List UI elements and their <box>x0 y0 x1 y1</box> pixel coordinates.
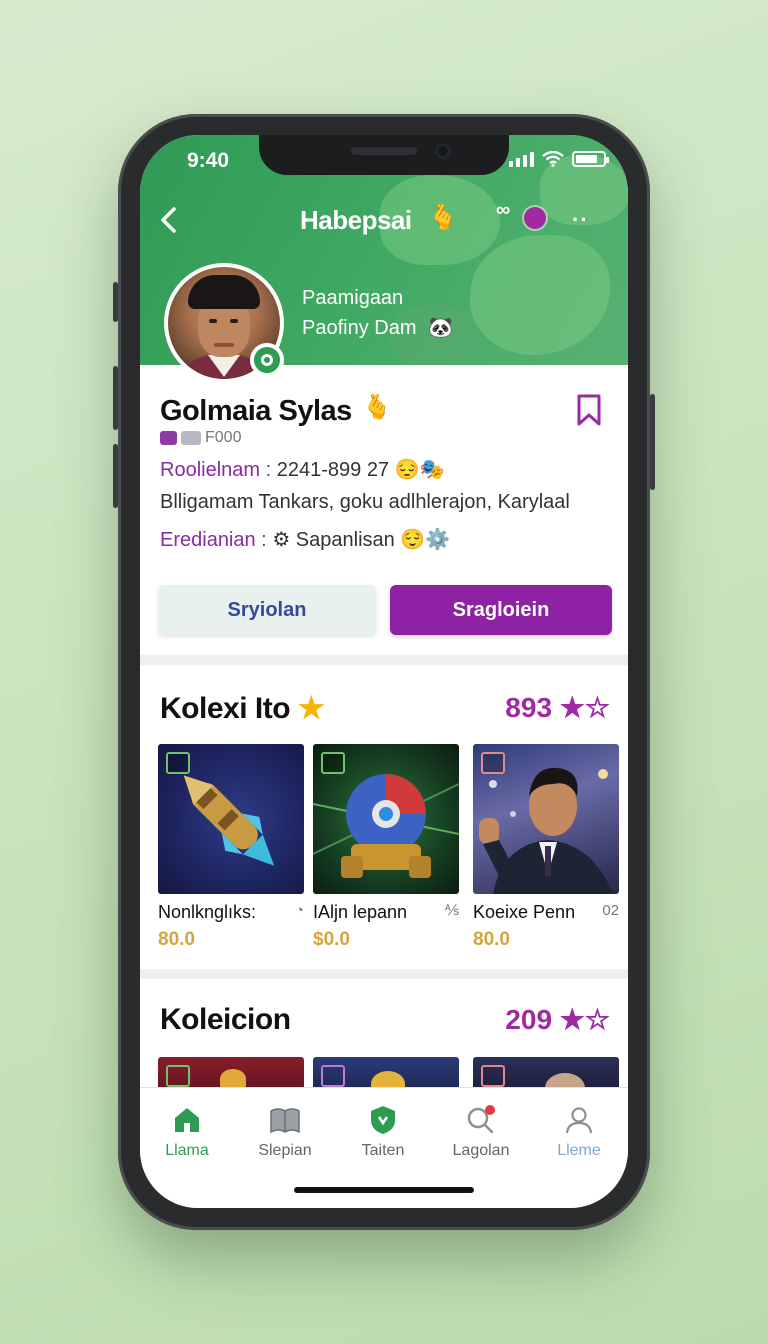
collection-card[interactable]: Nonlknglıks: ◔ 80.0 <box>158 744 304 951</box>
search-icon <box>467 1105 495 1134</box>
tag-chip-icon <box>160 431 177 445</box>
card-title: Koeixe Penn <box>473 902 576 922</box>
card-title: IAljn lepann <box>313 902 408 922</box>
book-icon <box>270 1108 300 1134</box>
more-options-button[interactable]: ·· <box>572 207 589 233</box>
row-value: 2241-899 27 <box>276 459 390 481</box>
bookmark-icon[interactable] <box>574 393 604 427</box>
emoji-icons: 😌⚙️ <box>400 529 451 551</box>
profile-row-id: Roolielnam : 2241-899 27 😔🎭 <box>160 457 444 482</box>
panda-icon: 🐼 <box>428 317 453 339</box>
nav-item-profile[interactable]: Lleme <box>534 1100 624 1160</box>
divider <box>140 655 628 665</box>
nav-item-library[interactable]: Slepian <box>240 1100 330 1160</box>
nav-label: Taiten <box>361 1142 405 1159</box>
infinity-icon[interactable]: ∞ <box>496 199 510 222</box>
nav-item-shield[interactable]: Taiten <box>338 1100 428 1160</box>
profile-tag-text: F000 <box>205 429 242 446</box>
phone-volume-down <box>113 444 118 508</box>
hand-emoji-icon: 🫰 <box>428 204 458 231</box>
profile-description: Blligamam Tankars, goku adlhlerajon, Kar… <box>160 491 570 513</box>
section-count[interactable]: 893 ★☆ <box>505 691 610 724</box>
card-price: $0.0 <box>313 929 350 950</box>
card-title: Nonlknglıks: <box>158 902 257 922</box>
row-key: Roolielnam : <box>160 459 272 481</box>
nav-label: Llama <box>165 1142 209 1159</box>
collection-card[interactable]: Koeixe Penn 02 80.0 <box>473 744 619 951</box>
row-key: Eredianian : <box>160 529 267 551</box>
nav-item-home[interactable]: Llama <box>142 1100 232 1160</box>
user-icon <box>565 1107 593 1134</box>
home-icon <box>175 1108 199 1132</box>
section-title: Koleicion <box>160 1003 291 1036</box>
home-indicator[interactable] <box>294 1187 474 1193</box>
notch <box>259 135 509 175</box>
back-button[interactable] <box>158 205 180 235</box>
card-price: 80.0 <box>473 929 510 950</box>
rating-stars-icon: ★☆ <box>559 692 610 723</box>
emoji-icons: 😔🎭 <box>394 459 445 481</box>
primary-button[interactable]: Sragloiein <box>390 585 612 635</box>
hand-emoji-icon: 🫰 <box>362 394 392 421</box>
phone-power-button <box>650 394 655 490</box>
profile-name: Golmaia Sylas <box>160 395 352 427</box>
card-image <box>313 744 459 894</box>
card-image <box>158 744 304 894</box>
phone-mute-switch <box>113 282 118 322</box>
nav-label: Slepian <box>258 1142 312 1159</box>
card-meta-icon: 02 <box>602 902 619 919</box>
profile-row-specialty: Eredianian : ⚙ Sapanlisan 😌⚙️ <box>160 527 450 552</box>
card-price: 80.0 <box>158 929 195 950</box>
header-subtitle-1: Paamigaan <box>302 287 404 309</box>
phone-volume-up <box>113 366 118 430</box>
status-time: 9:40 <box>187 149 230 172</box>
nav-label: Lagolan <box>452 1142 510 1159</box>
star-icon: ★ <box>297 692 325 725</box>
battery-icon <box>572 151 609 167</box>
section-count[interactable]: 209 ★☆ <box>505 1003 610 1036</box>
section-title: Kolexi Ito ★ <box>160 692 325 725</box>
app-title: Habepsai <box>300 205 412 235</box>
divider <box>140 969 628 979</box>
profile-tag-row: F000 <box>160 429 241 447</box>
secondary-button[interactable]: Sryiolan <box>158 585 376 635</box>
row-value: ⚙ Sapanlisan <box>272 529 395 551</box>
rating-stars-icon: ★☆ <box>559 1004 610 1035</box>
card-meta-icon: ⅍ <box>444 902 459 919</box>
wifi-icon <box>542 151 564 167</box>
card-image <box>473 744 619 894</box>
signal-icon <box>509 152 534 167</box>
shield-icon <box>371 1106 395 1134</box>
nav-item-search[interactable]: Lagolan <box>436 1100 526 1160</box>
app-screen: 9:40 Habepsai 🫰 ∞ ·· Paamigaan Paofiny D… <box>140 135 628 1208</box>
tag-chip-icon <box>181 431 201 445</box>
collection-card[interactable]: IAljn lepann ⅍ $0.0 <box>313 744 459 951</box>
card-meta-icon: ◔ <box>294 902 304 919</box>
notification-dot[interactable] <box>524 207 546 229</box>
header-subtitle-2: Paofiny Dam <box>302 317 417 339</box>
online-status-icon <box>250 343 284 377</box>
nav-label: Lleme <box>557 1142 601 1159</box>
status-icons <box>509 151 609 167</box>
